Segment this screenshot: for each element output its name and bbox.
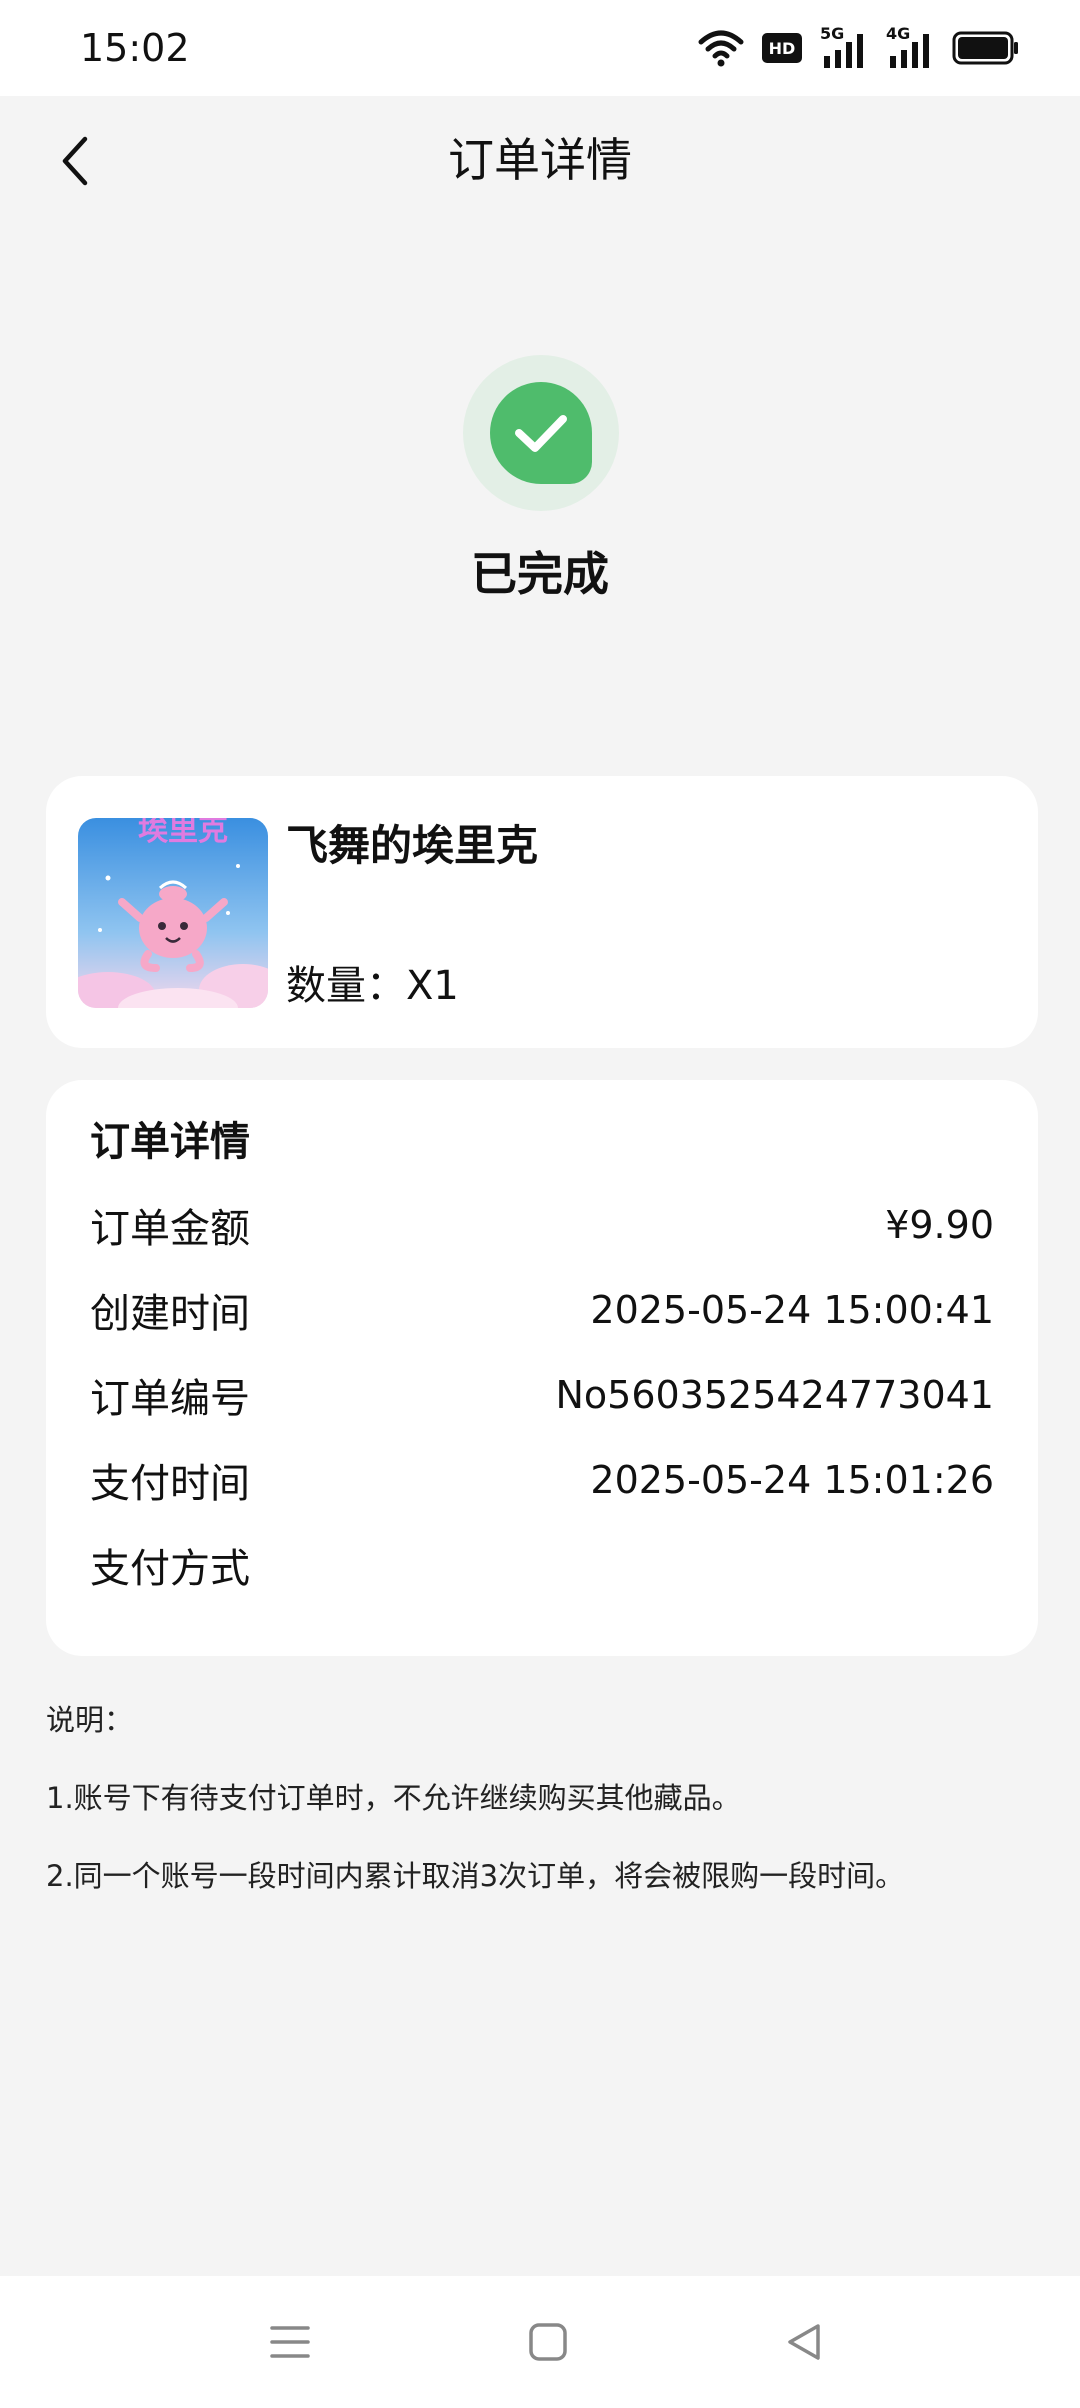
signal-5g-icon: 5G bbox=[820, 24, 868, 70]
status-inner bbox=[490, 382, 592, 484]
status-time: 15:02 bbox=[80, 26, 190, 70]
detail-label: 订单金额 bbox=[90, 1206, 250, 1252]
system-nav-bar bbox=[0, 2276, 1080, 2408]
status-badge bbox=[463, 355, 619, 511]
product-name: 飞舞的埃里克 bbox=[286, 821, 539, 870]
detail-value[interactable]: No5603525424773041 bbox=[555, 1373, 994, 1417]
details-title: 订单详情 bbox=[90, 1119, 250, 1165]
note-item: 2.同一个账号一段时间内累计取消3次订单，将会被限购一段时间。 bbox=[46, 1859, 905, 1893]
product-quantity: 数量：X1 bbox=[286, 963, 459, 1009]
detail-row-paid: 支付时间 2025-05-24 15:01:26 bbox=[90, 1450, 994, 1510]
detail-label: 创建时间 bbox=[90, 1291, 250, 1337]
check-icon bbox=[515, 415, 567, 452]
page-title: 订单详情 bbox=[448, 133, 632, 187]
battery-icon bbox=[952, 31, 1018, 65]
order-details-card: 订单详情 订单金额 ¥9.90 创建时间 2025-05-24 15:00:41… bbox=[46, 1080, 1038, 1656]
detail-row-order-number: 订单编号 No5603525424773041 bbox=[90, 1365, 994, 1425]
detail-value: 2025-05-24 15:00:41 bbox=[590, 1288, 994, 1332]
home-square-icon bbox=[529, 2323, 567, 2361]
detail-row-amount: 订单金额 ¥9.90 bbox=[90, 1195, 994, 1255]
detail-row-payment-method: 支付方式 bbox=[90, 1535, 994, 1595]
recent-apps-button[interactable] bbox=[258, 2310, 322, 2374]
hd-icon: HD bbox=[762, 33, 802, 63]
header: 订单详情 bbox=[0, 96, 1080, 232]
order-status-text: 已完成 bbox=[471, 547, 609, 601]
notes-title: 说明： bbox=[46, 1703, 134, 1737]
note-item: 1.账号下有待支付订单时，不允许继续购买其他藏品。 bbox=[46, 1781, 741, 1815]
detail-label: 支付时间 bbox=[90, 1461, 250, 1507]
home-button[interactable] bbox=[516, 2310, 580, 2374]
detail-row-created: 创建时间 2025-05-24 15:00:41 bbox=[90, 1280, 994, 1340]
status-icons: HD 5G 4G bbox=[698, 24, 1020, 70]
detail-label: 支付方式 bbox=[90, 1546, 250, 1592]
detail-value: ¥9.90 bbox=[885, 1203, 994, 1247]
status-bar: 15:02 HD 5G 4G bbox=[0, 0, 1080, 96]
product-card[interactable]: 埃里克 飞舞的埃里克 数量：X1 bbox=[46, 776, 1038, 1048]
detail-label: 订单编号 bbox=[90, 1376, 250, 1422]
back-triangle-icon bbox=[788, 2324, 820, 2360]
product-image-logo-text: 埃里克 bbox=[138, 818, 228, 848]
product-image: 埃里克 bbox=[78, 818, 268, 1008]
menu-icon bbox=[270, 2326, 310, 2358]
notes-section: 说明： 1.账号下有待支付订单时，不允许继续购买其他藏品。 2.同一个账号一段时… bbox=[46, 1700, 1036, 1934]
wifi-icon bbox=[698, 30, 744, 67]
signal-4g-icon: 4G bbox=[886, 24, 934, 70]
system-back-button[interactable] bbox=[772, 2310, 836, 2374]
detail-value: 2025-05-24 15:01:26 bbox=[590, 1458, 994, 1502]
